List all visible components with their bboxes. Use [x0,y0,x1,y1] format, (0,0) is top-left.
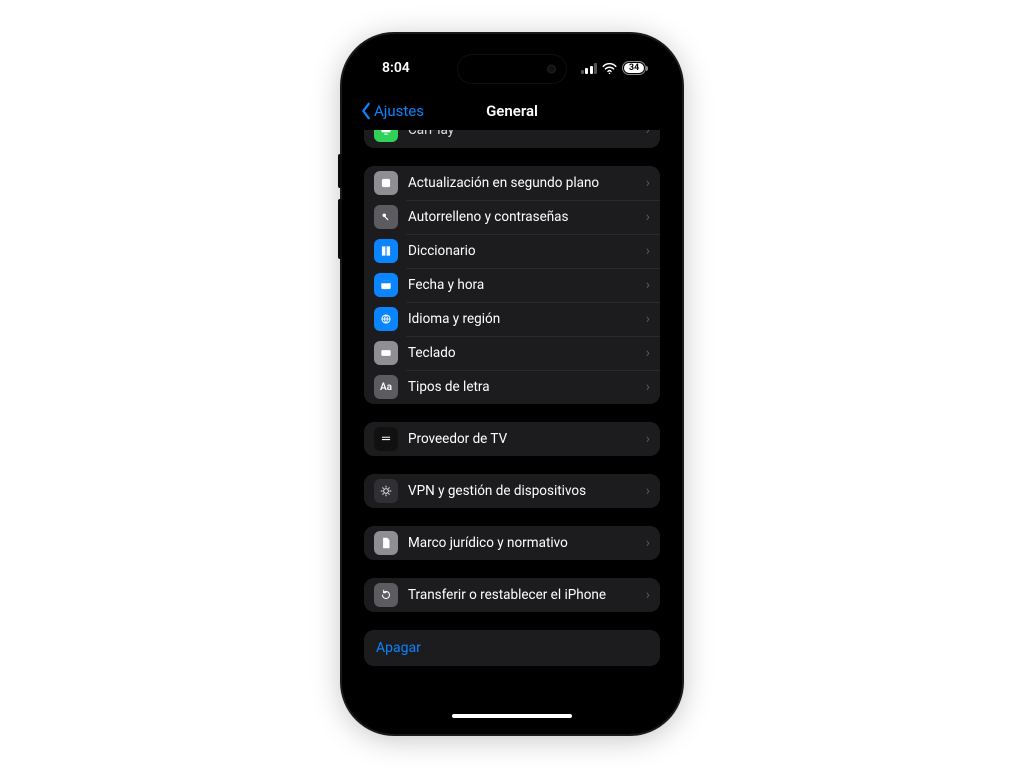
row-vpn[interactable]: VPN y gestión de dispositivos › [364,474,660,508]
chevron-left-icon [360,102,372,120]
reset-icon [374,583,398,607]
row-label: Teclado [408,345,636,361]
chevron-right-icon: › [646,483,650,499]
row-label: Diccionario [408,243,636,259]
row-bg-refresh[interactable]: Actualización en segundo plano › [364,166,660,200]
row-keyboard[interactable]: Teclado › [364,336,660,370]
dynamic-island [457,54,567,84]
chevron-right-icon: › [646,243,650,259]
chevron-right-icon: › [646,311,650,327]
refresh-icon [374,171,398,195]
content-scroll[interactable]: CarPlay › Actualización en segundo plano… [352,130,672,724]
shutdown-button[interactable]: Apagar [364,630,660,666]
row-label: Fecha y hora [408,277,636,293]
row-legal[interactable]: Marco jurídico y normativo › [364,526,660,560]
chevron-right-icon: › [646,379,650,395]
home-indicator[interactable] [452,714,572,718]
globe-icon [374,307,398,331]
chevron-right-icon: › [646,431,650,447]
battery-icon: 34 [622,61,646,75]
back-label: Ajustes [374,102,424,120]
row-dictionary[interactable]: Diccionario › [364,234,660,268]
status-time: 8:04 [382,60,410,76]
chevron-right-icon: › [646,175,650,191]
chevron-right-icon: › [646,587,650,603]
group-main: Actualización en segundo plano › Autorre… [364,166,660,404]
row-language[interactable]: Idioma y región › [364,302,660,336]
row-label: Proveedor de TV [408,431,636,447]
row-label: Transferir o restablecer el iPhone [408,587,636,603]
keyboard-icon [374,341,398,365]
navbar: Ajustes General [352,92,672,130]
row-label: Idioma y región [408,311,636,327]
back-button[interactable]: Ajustes [360,92,424,130]
row-label: Autorrelleno y contraseñas [408,209,636,225]
gear-icon [374,479,398,503]
shutdown-label: Apagar [376,640,421,656]
chevron-right-icon: › [646,277,650,293]
calendar-icon [374,273,398,297]
group-vpn: VPN y gestión de dispositivos › [364,474,660,508]
book-icon [374,239,398,263]
wifi-icon [602,62,617,74]
key-icon [374,205,398,229]
row-label: VPN y gestión de dispositivos [408,483,636,499]
group-tv: Proveedor de TV › [364,422,660,456]
chevron-right-icon: › [646,130,650,138]
cellular-icon [581,63,598,74]
row-carplay[interactable]: CarPlay › [364,130,660,148]
chevron-right-icon: › [646,345,650,361]
row-transfer[interactable]: Transferir o restablecer el iPhone › [364,578,660,612]
chevron-right-icon: › [646,535,650,551]
chevron-right-icon: › [646,209,650,225]
page-title: General [486,102,538,120]
screen: 8:04 34 [352,44,672,724]
row-label: Tipos de letra [408,379,636,395]
group-transfer: Transferir o restablecer el iPhone › [364,578,660,612]
row-label: CarPlay [408,130,636,138]
iphone-frame: 8:04 34 [342,34,682,734]
row-autofill[interactable]: Autorrelleno y contraseñas › [364,200,660,234]
tv-icon [374,427,398,451]
battery-percent: 34 [624,63,644,73]
row-label: Actualización en segundo plano [408,175,636,191]
status-right: 34 [581,61,647,75]
carplay-icon [374,130,398,142]
row-label: Marco jurídico y normativo [408,535,636,551]
group-legal: Marco jurídico y normativo › [364,526,660,560]
row-tvprovider[interactable]: Proveedor de TV › [364,422,660,456]
row-fonts[interactable]: Aa Tipos de letra › [364,370,660,404]
font-icon: Aa [374,375,398,399]
row-datetime[interactable]: Fecha y hora › [364,268,660,302]
document-icon [374,531,398,555]
